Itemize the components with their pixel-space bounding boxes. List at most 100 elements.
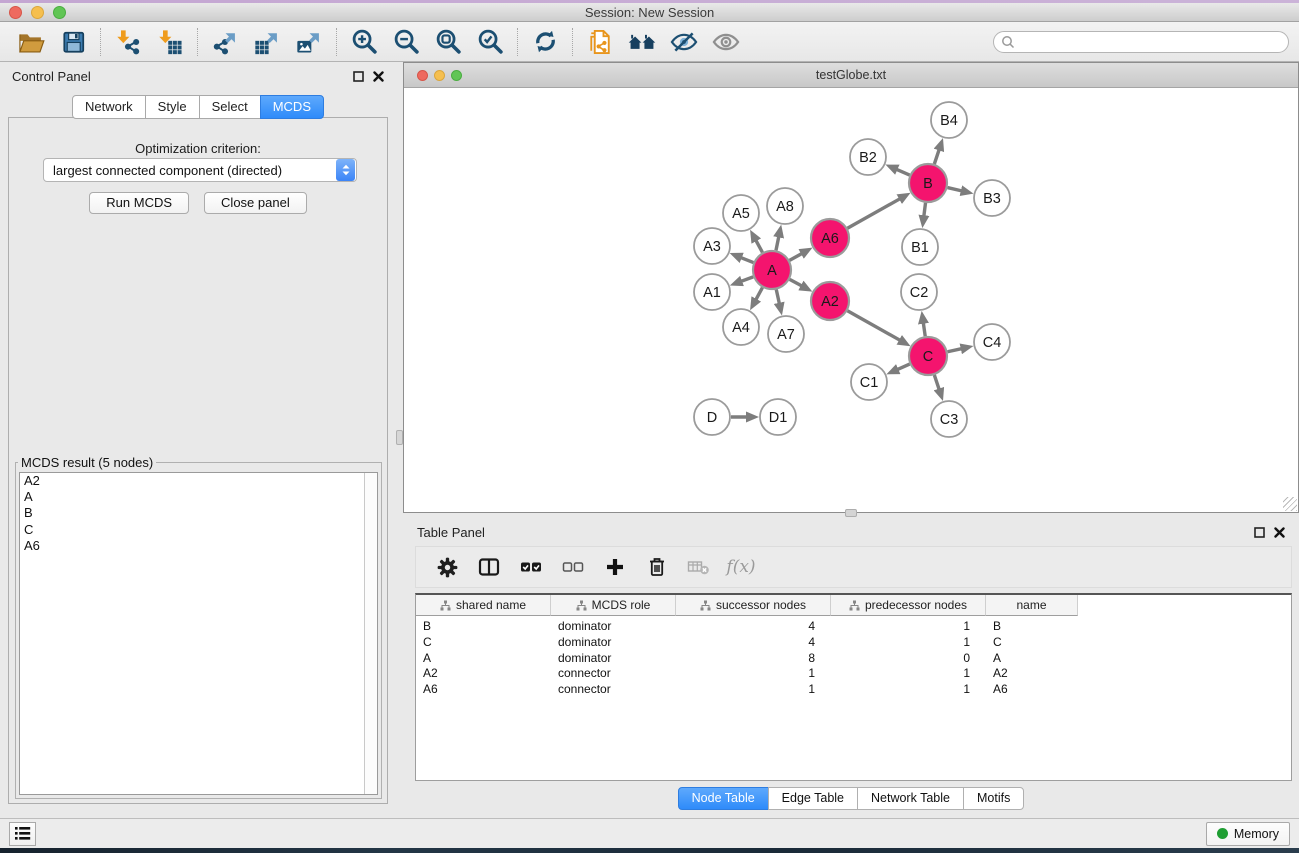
cell-name[interactable]: A2 <box>986 666 1078 682</box>
table-row[interactable]: Bdominator41B <box>416 619 1291 635</box>
graph-node-C2[interactable]: C2 <box>901 274 937 310</box>
tab-node-table[interactable]: Node Table <box>678 787 769 810</box>
zoom-selected-button[interactable] <box>469 25 511 59</box>
graph-node-B4[interactable]: B4 <box>931 102 967 138</box>
cell-shared-name[interactable]: A <box>416 651 551 667</box>
export-network-button[interactable] <box>204 25 246 59</box>
save-session-button[interactable] <box>52 25 94 59</box>
graph-node-A4[interactable]: A4 <box>723 309 759 345</box>
tab-network-table[interactable]: Network Table <box>857 787 964 810</box>
edge-B-B2[interactable] <box>896 169 910 175</box>
edge-C-C3[interactable] <box>934 375 939 391</box>
refresh-view-button[interactable] <box>524 25 566 59</box>
cell-mcds-role[interactable]: dominator <box>551 635 676 651</box>
graph-node-A7[interactable]: A7 <box>768 316 804 352</box>
cell-mcds-role[interactable]: connector <box>551 682 676 698</box>
edge-C-C2[interactable] <box>923 322 925 336</box>
import-table-button[interactable] <box>149 25 191 59</box>
table-row[interactable]: A6connector11A6 <box>416 682 1291 698</box>
zoom-out-button[interactable] <box>385 25 427 59</box>
float-panel-button[interactable] <box>1254 527 1265 538</box>
edge-B-B4[interactable] <box>934 148 939 164</box>
hide-graphics-details-button[interactable] <box>663 25 705 59</box>
cell-predecessor-nodes[interactable]: 1 <box>831 635 986 651</box>
edge-A-A6[interactable] <box>790 253 803 260</box>
graph-node-D[interactable]: D <box>694 399 730 435</box>
edge-C-C1[interactable] <box>896 364 909 370</box>
cell-predecessor-nodes[interactable]: 1 <box>831 619 986 635</box>
graph-node-C[interactable]: C <box>909 337 947 375</box>
table-row[interactable]: Cdominator41C <box>416 635 1291 651</box>
task-history-button[interactable] <box>9 822 36 846</box>
zoom-window-button[interactable] <box>53 6 66 19</box>
run-mcds-button[interactable]: Run MCDS <box>89 192 189 214</box>
tab-motifs[interactable]: Motifs <box>963 787 1024 810</box>
cell-name[interactable]: C <box>986 635 1078 651</box>
edge-C-C4[interactable] <box>948 348 963 351</box>
graph-node-A5[interactable]: A5 <box>723 195 759 231</box>
cell-predecessor-nodes[interactable]: 0 <box>831 651 986 667</box>
result-scrollbar[interactable] <box>364 473 377 794</box>
result-item[interactable]: C <box>20 522 377 538</box>
edge-A-A1[interactable] <box>740 277 753 282</box>
create-column-button[interactable] <box>598 551 632 583</box>
function-builder-button[interactable]: f(x) <box>724 551 758 583</box>
network-close-button[interactable] <box>417 70 428 81</box>
close-window-button[interactable] <box>9 6 22 19</box>
cell-successor-nodes[interactable]: 4 <box>676 619 831 635</box>
graph-node-C1[interactable]: C1 <box>851 364 887 400</box>
show-graphics-details-button[interactable] <box>705 25 747 59</box>
edge-B-B1[interactable] <box>924 203 926 217</box>
cell-shared-name[interactable]: C <box>416 635 551 651</box>
edge-A-A3[interactable] <box>740 257 754 262</box>
graph-node-C4[interactable]: C4 <box>974 324 1010 360</box>
table-row[interactable]: Adominator80A <box>416 651 1291 667</box>
table-options-button[interactable] <box>430 551 464 583</box>
cell-mcds-role[interactable]: dominator <box>551 651 676 667</box>
edge-A-A2[interactable] <box>790 279 803 286</box>
cell-successor-nodes[interactable]: 1 <box>676 682 831 698</box>
edge-A2-C[interactable] <box>847 311 901 341</box>
graph-node-A[interactable]: A <box>753 251 791 289</box>
edge-A-A7[interactable] <box>776 290 779 305</box>
result-item[interactable]: A2 <box>20 473 377 489</box>
tab-mcds[interactable]: MCDS <box>260 95 324 119</box>
graph-node-B2[interactable]: B2 <box>850 139 886 175</box>
export-table-button[interactable] <box>246 25 288 59</box>
float-panel-button[interactable] <box>353 71 364 82</box>
graph-node-B3[interactable]: B3 <box>974 180 1010 216</box>
close-panel-button[interactable] <box>1274 527 1285 538</box>
cell-shared-name[interactable]: A6 <box>416 682 551 698</box>
export-image-button[interactable] <box>288 25 330 59</box>
criterion-dropdown[interactable]: largest connected component (directed) <box>43 158 357 182</box>
graph-node-B[interactable]: B <box>909 164 947 202</box>
cell-successor-nodes[interactable]: 8 <box>676 651 831 667</box>
search-input[interactable] <box>993 31 1289 53</box>
column-header-shared-name[interactable]: shared name <box>416 595 551 616</box>
close-panel-button[interactable] <box>373 71 384 82</box>
zoom-fit-button[interactable] <box>427 25 469 59</box>
close-panel-button-mcds[interactable]: Close panel <box>204 192 307 214</box>
tab-edge-table[interactable]: Edge Table <box>768 787 858 810</box>
import-network-button[interactable] <box>107 25 149 59</box>
column-header-predecessor-nodes[interactable]: predecessor nodes <box>831 595 986 616</box>
cell-predecessor-nodes[interactable]: 1 <box>831 666 986 682</box>
column-header-name[interactable]: name <box>986 595 1078 616</box>
cell-shared-name[interactable]: A2 <box>416 666 551 682</box>
tab-select[interactable]: Select <box>199 95 261 119</box>
memory-button[interactable]: Memory <box>1206 822 1290 846</box>
column-header-mcds-role[interactable]: MCDS role <box>551 595 676 616</box>
zoom-in-button[interactable] <box>343 25 385 59</box>
graph-node-D1[interactable]: D1 <box>760 399 796 435</box>
cell-name[interactable]: A6 <box>986 682 1078 698</box>
home-button[interactable] <box>621 25 663 59</box>
minimize-window-button[interactable] <box>31 6 44 19</box>
open-session-button[interactable] <box>10 25 52 59</box>
new-network-from-file-button[interactable] <box>579 25 621 59</box>
cell-name[interactable]: A <box>986 651 1078 667</box>
network-canvas[interactable]: A5A8A3A1A4A7B2B4B3B1C2C4C1C3DD1AA6A2BC <box>404 88 1298 512</box>
cell-mcds-role[interactable]: dominator <box>551 619 676 635</box>
delete-table-button[interactable] <box>682 551 716 583</box>
graph-node-B1[interactable]: B1 <box>902 229 938 265</box>
graph-node-A1[interactable]: A1 <box>694 274 730 310</box>
